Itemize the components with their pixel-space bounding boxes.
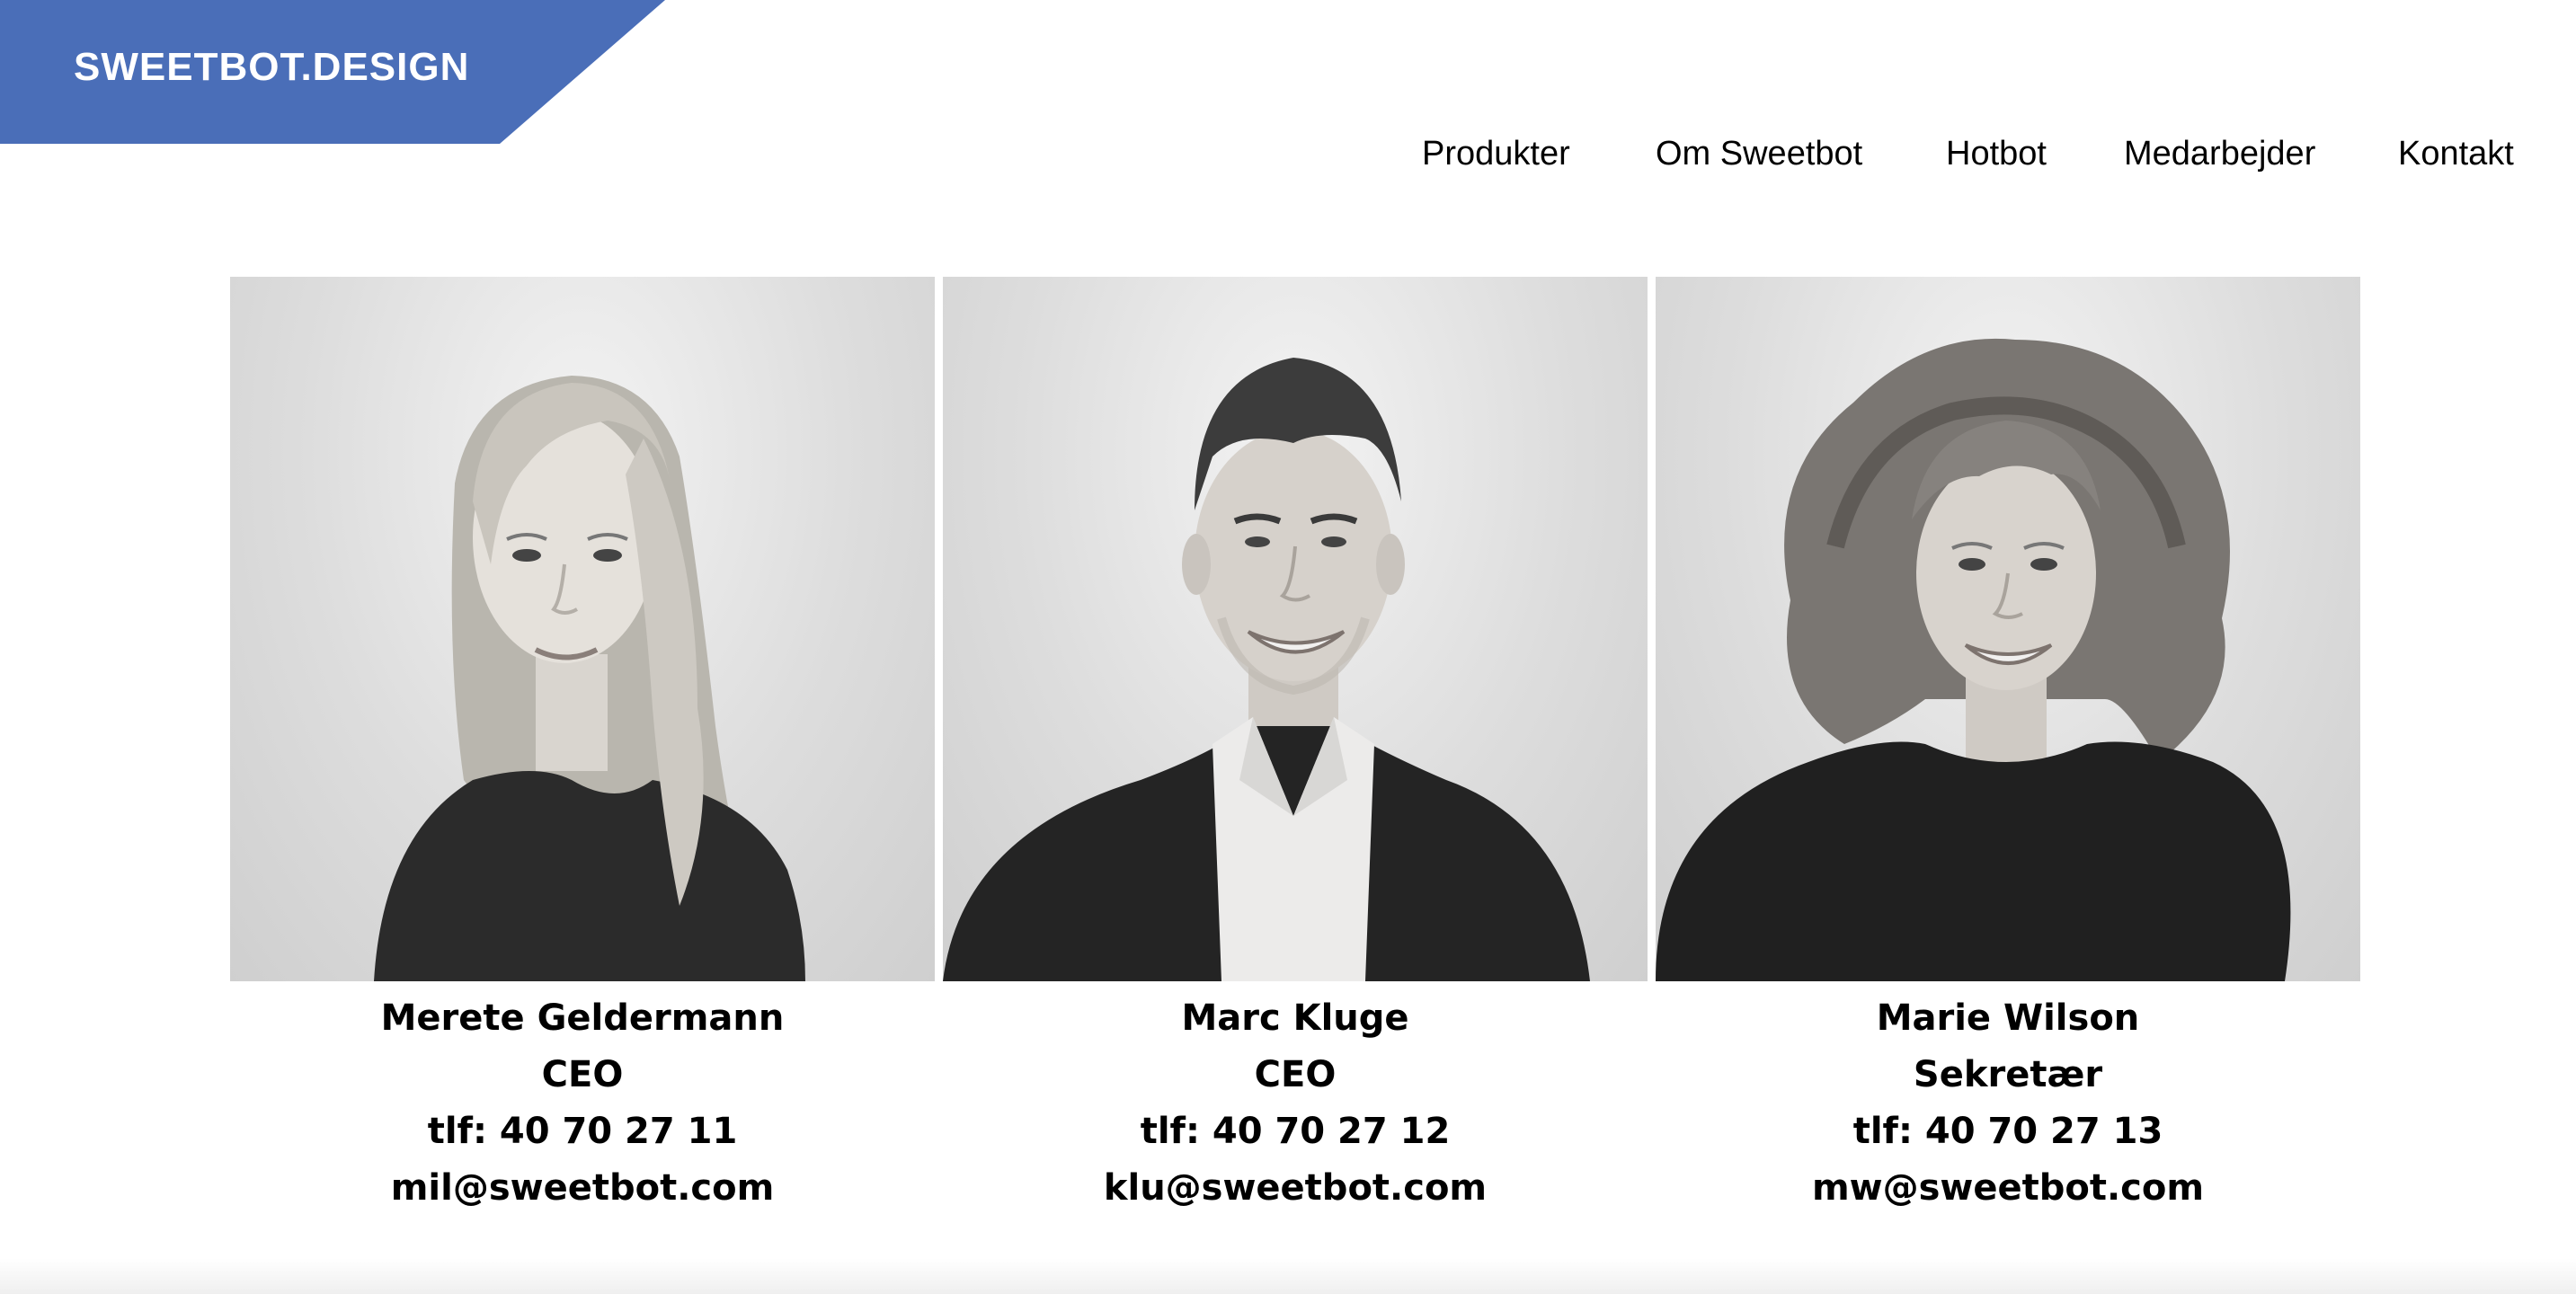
main-nav: Produkter Om Sweetbot Hotbot Medarbejder… <box>0 135 2576 180</box>
portrait-woman-curly-hair-icon <box>1656 338 2291 981</box>
footer-shadow <box>0 1258 2576 1294</box>
member-email[interactable]: mil@sweetbot.com <box>230 1160 935 1217</box>
member-role: CEO <box>541 1054 624 1095</box>
portrait-photo <box>943 277 1648 981</box>
logo-text[interactable]: SWEETBOT.DESIGN <box>74 45 469 90</box>
portrait-photo <box>230 277 935 981</box>
member-phone: tlf: 40 70 27 13 <box>1852 1111 2163 1152</box>
member-role: CEO <box>1254 1054 1337 1095</box>
member-phone: tlf: 40 70 27 11 <box>427 1111 738 1152</box>
member-name: Merete Geldermann <box>380 997 785 1039</box>
member-phone: tlf: 40 70 27 12 <box>1140 1111 1451 1152</box>
nav-item-hotbot[interactable]: Hotbot <box>1946 135 2047 173</box>
member-email[interactable]: klu@sweetbot.com <box>943 1160 1648 1217</box>
portrait-woman-long-hair-icon <box>374 376 805 981</box>
portrait-photo <box>1656 277 2360 981</box>
team-grid: Merete Geldermann CEO tlf: 40 70 27 11 m… <box>230 277 2362 1220</box>
nav-item-produkter[interactable]: Produkter <box>1422 135 1570 173</box>
page: SWEETBOT.DESIGN Produkter Om Sweetbot Ho… <box>0 0 2576 1294</box>
team-card: Marie Wilson Sekretær tlf: 40 70 27 13 m… <box>1656 277 2360 1217</box>
member-info: Merete Geldermann CEO tlf: 40 70 27 11 m… <box>230 981 935 1217</box>
member-role: Sekretær <box>1913 1054 2103 1095</box>
team-card: Marc Kluge CEO tlf: 40 70 27 12 klu@swee… <box>943 277 1648 1217</box>
member-info: Marc Kluge CEO tlf: 40 70 27 12 klu@swee… <box>943 981 1648 1217</box>
nav-item-om-sweetbot[interactable]: Om Sweetbot <box>1656 135 1862 173</box>
member-info: Marie Wilson Sekretær tlf: 40 70 27 13 m… <box>1656 981 2360 1217</box>
nav-item-kontakt[interactable]: Kontakt <box>2398 135 2514 173</box>
member-name: Marc Kluge <box>1181 997 1409 1039</box>
member-email[interactable]: mw@sweetbot.com <box>1656 1160 2360 1217</box>
team-card: Merete Geldermann CEO tlf: 40 70 27 11 m… <box>230 277 935 1217</box>
portrait-man-suit-icon <box>943 358 1590 981</box>
member-name: Marie Wilson <box>1876 997 2140 1039</box>
nav-item-medarbejder[interactable]: Medarbejder <box>2124 135 2315 173</box>
